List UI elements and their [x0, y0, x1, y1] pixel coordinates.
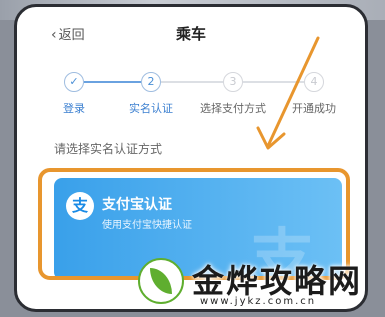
site-watermark: 金烨攻略网 www.jykz.com.cn [130, 252, 380, 314]
watermark-url: www.jykz.com.cn [200, 296, 317, 307]
leaf-logo-icon [138, 258, 184, 304]
